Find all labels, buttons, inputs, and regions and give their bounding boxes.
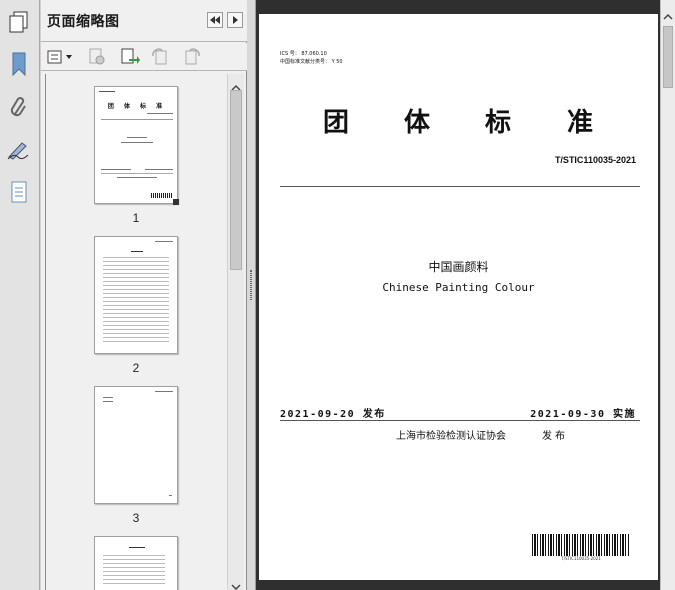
title-char: 准	[567, 108, 594, 138]
scroll-down-icon[interactable]	[231, 576, 241, 590]
document-page: ICS 号： 87.060.10 中国标准文献分类号： Y 50 团 体 标 准…	[259, 14, 658, 580]
title-char: 体	[404, 108, 431, 138]
scrollbar-thumb[interactable]	[663, 26, 673, 88]
implement-date: 2021-09-30 实施	[530, 409, 636, 420]
document-title-cn: 中国画颜料	[428, 260, 489, 274]
layers-icon[interactable]	[4, 176, 34, 208]
rotate-cw-icon[interactable]	[181, 48, 203, 66]
panel-title: 页面缩略图	[47, 14, 120, 30]
barcode	[532, 534, 630, 556]
insert-page-icon[interactable]	[119, 48, 141, 66]
page-thumbnail-3[interactable]	[94, 386, 178, 504]
navigation-icon-strip	[0, 0, 40, 590]
thumbnail-scrollbar[interactable]	[227, 74, 244, 590]
thumbnail-number: 3	[132, 511, 140, 525]
rewind-icon[interactable]	[207, 12, 223, 28]
panel-header: 页面缩略图	[41, 0, 247, 42]
forward-icon[interactable]	[227, 12, 243, 28]
standard-type-title: 团 体 标 准	[259, 102, 658, 138]
issuing-organization: 上海市检验检测认证协会	[396, 431, 506, 442]
publish-date: 2021-09-20 发布	[280, 409, 386, 420]
title-char: 标	[485, 108, 512, 138]
pages-icon[interactable]	[4, 6, 34, 38]
options-menu-icon[interactable]	[46, 48, 74, 66]
thumbnail-title: 团 体 标 准	[107, 103, 167, 110]
rotate-ccw-icon[interactable]	[149, 48, 171, 66]
standard-code: T/STIC110035-2021	[554, 155, 636, 165]
document-title-en: Chinese Painting Colour	[382, 281, 535, 294]
document-scrollbar[interactable]	[660, 0, 675, 590]
scrollbar-thumb[interactable]	[230, 90, 242, 270]
document-viewer[interactable]: ICS 号： 87.060.10 中国标准文献分类号： Y 50 团 体 标 准…	[256, 0, 660, 590]
panel-splitter[interactable]	[247, 0, 256, 590]
attachment-icon[interactable]	[4, 91, 34, 123]
pdf-reader-window: 页面缩略图 团 体 标 准 1 2 3 ICS 号： 87.060.10 中国标…	[0, 0, 675, 590]
thumbnail-toolbar	[41, 43, 247, 71]
thumbnail-list[interactable]: 团 体 标 准 1 2 3	[45, 74, 227, 590]
barcode-text: T/STIC110035-2021	[561, 556, 601, 561]
signature-icon[interactable]	[4, 134, 34, 166]
classification-number: 中国标准文献分类号： Y 50	[280, 59, 343, 65]
ics-number: ICS 号： 87.060.10	[280, 51, 327, 57]
delete-page-icon[interactable]	[86, 48, 108, 66]
bookmark-icon[interactable]	[4, 48, 34, 80]
page-thumbnail-2[interactable]	[94, 236, 178, 354]
thumbnail-number: 1	[132, 211, 140, 225]
divider	[280, 186, 640, 187]
page-thumbnail-1[interactable]: 团 体 标 准	[94, 86, 179, 205]
title-char: 团	[323, 108, 350, 138]
divider	[280, 420, 640, 421]
page-thumbnail-4[interactable]	[94, 536, 178, 590]
thumbnail-number: 2	[132, 361, 140, 375]
page-thumbnails-panel: 页面缩略图 团 体 标 准 1 2 3	[41, 0, 247, 590]
issue-label: 发布	[542, 431, 568, 442]
scroll-up-icon[interactable]	[663, 6, 673, 25]
